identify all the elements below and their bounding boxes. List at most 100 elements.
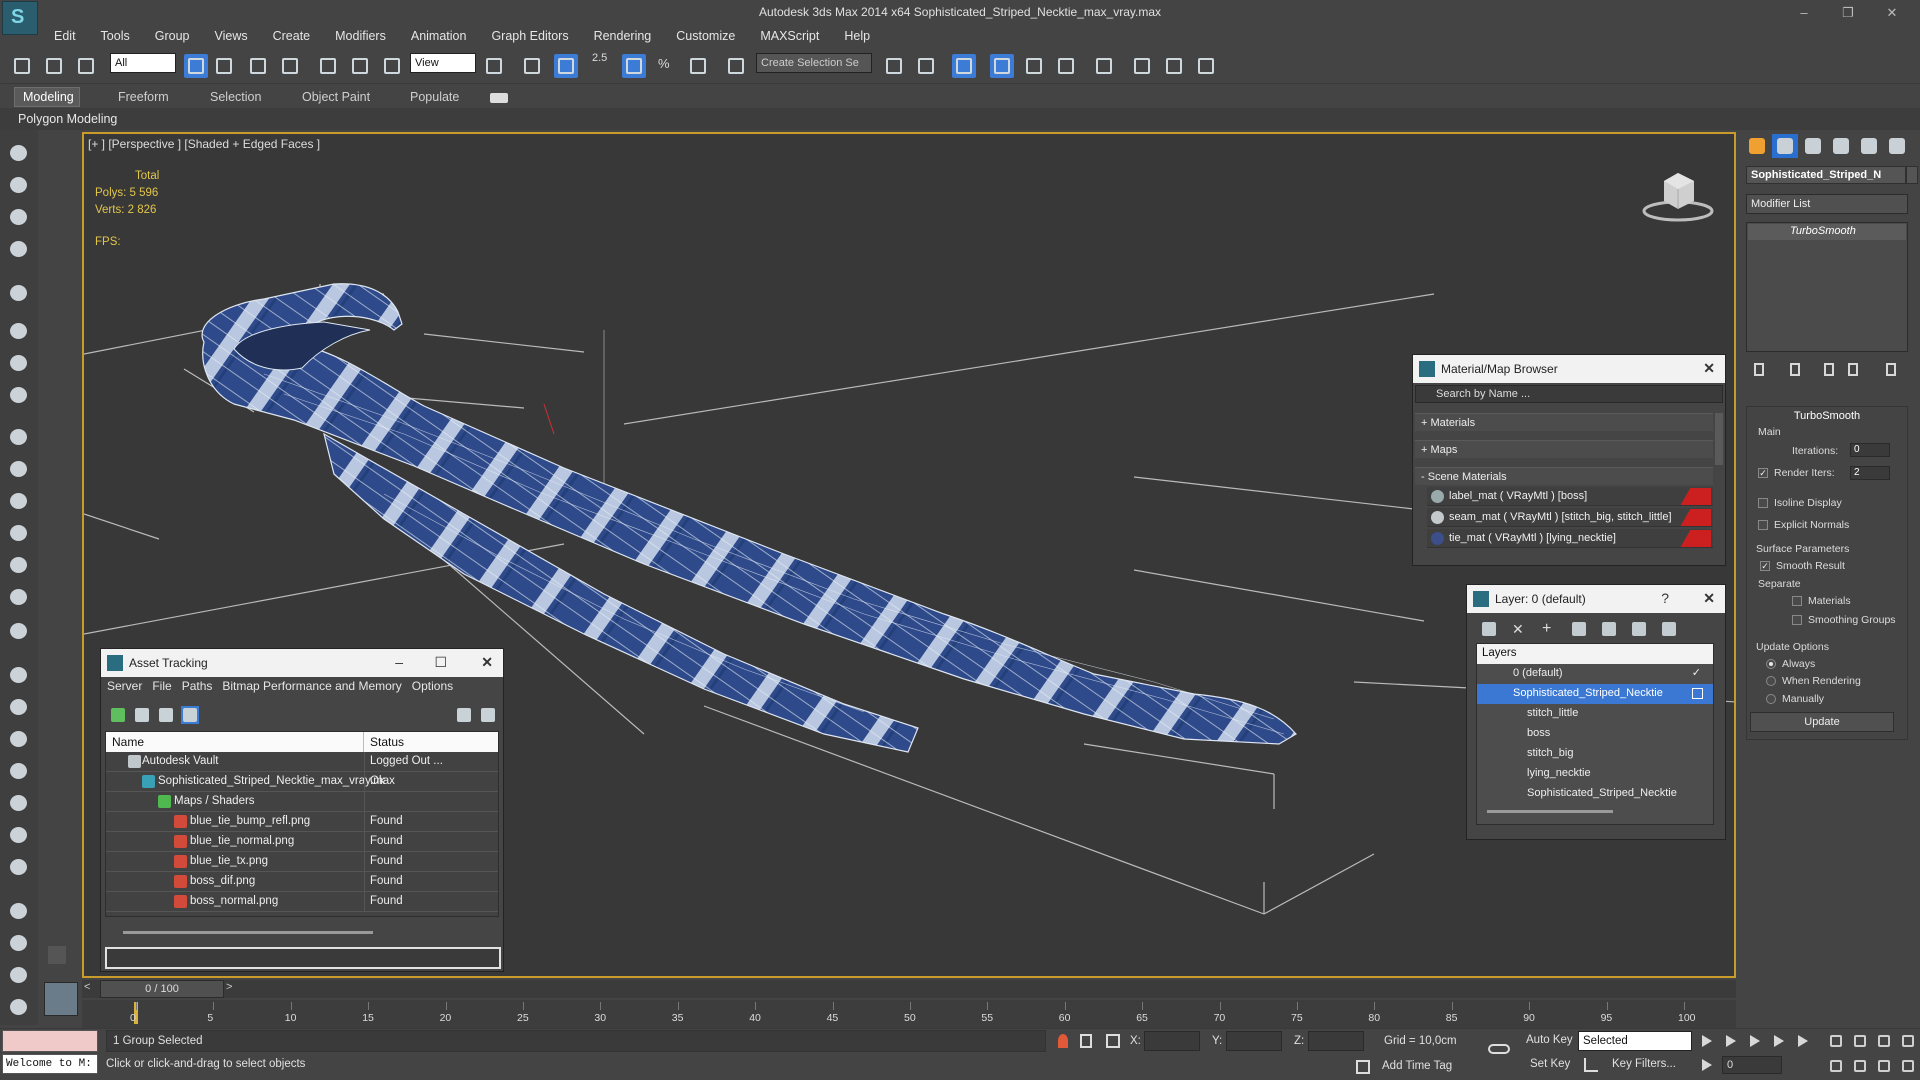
- sphere-icon[interactable]: [7, 490, 31, 512]
- table-view-icon[interactable]: [157, 706, 175, 724]
- render-iters-checkbox[interactable]: ✓: [1758, 468, 1768, 478]
- maxscript-listener-mini[interactable]: [2, 1030, 98, 1052]
- orbit-icon[interactable]: [1876, 1058, 1892, 1074]
- layer-window-close-button[interactable]: ✕: [1703, 590, 1715, 607]
- material-browser-scrollbar[interactable]: [1715, 413, 1723, 465]
- material-browser-titlebar[interactable]: Material/Map Browser ✕: [1413, 355, 1725, 383]
- teapot-icon[interactable]: [7, 142, 31, 164]
- asset-settings-icon[interactable]: [479, 706, 497, 724]
- tape-icon[interactable]: [7, 728, 31, 750]
- configure-sets-icon[interactable]: [1880, 360, 1904, 380]
- show-end-result-icon[interactable]: [1784, 360, 1808, 380]
- menu-edit[interactable]: Edit: [40, 26, 87, 43]
- minimize-button[interactable]: –: [1784, 2, 1824, 24]
- make-unique-icon[interactable]: [1818, 360, 1842, 380]
- layer-object-row[interactable]: boss: [1477, 724, 1713, 744]
- ribbon-panel-label[interactable]: Polygon Modeling: [18, 112, 117, 126]
- layer-explorer-icon[interactable]: [7, 238, 31, 260]
- layer-help-button[interactable]: ?: [1661, 590, 1669, 606]
- menu-graph-editors[interactable]: Graph Editors: [477, 26, 579, 43]
- bind-spacewarp-icon[interactable]: [74, 54, 98, 78]
- smoothing-groups-checkbox[interactable]: [1792, 615, 1802, 625]
- scale-icon[interactable]: [380, 54, 404, 78]
- viewcube-icon[interactable]: [1640, 167, 1716, 226]
- ribbon-options-icon[interactable]: [490, 93, 508, 103]
- asset-menu-file[interactable]: File: [152, 679, 171, 693]
- update-button[interactable]: Update: [1750, 712, 1894, 732]
- material-sphere-icon[interactable]: [7, 900, 31, 922]
- render-production-icon[interactable]: [1194, 54, 1218, 78]
- modifier-list-dropdown[interactable]: Modifier List: [1746, 194, 1908, 214]
- box-icon[interactable]: [7, 426, 31, 448]
- z-coordinate-field[interactable]: [1308, 1031, 1364, 1051]
- current-frame-field[interactable]: 0: [1722, 1056, 1782, 1074]
- pan-icon[interactable]: [1852, 1058, 1868, 1074]
- percent-snap-icon[interactable]: %: [654, 54, 678, 78]
- map-icon[interactable]: [7, 932, 31, 954]
- time-next-button[interactable]: >: [226, 981, 232, 993]
- refresh-icon[interactable]: [109, 706, 127, 724]
- close-button[interactable]: ✕: [1872, 2, 1912, 24]
- key-selection-dropdown[interactable]: Selected: [1578, 1031, 1692, 1051]
- select-in-layer-icon[interactable]: [1571, 621, 1587, 637]
- menu-help[interactable]: Help: [830, 26, 881, 43]
- menu-modifiers[interactable]: Modifiers: [321, 26, 397, 43]
- new-layer-icon[interactable]: [1481, 621, 1497, 637]
- table-row[interactable]: boss_dif.png Found: [106, 872, 498, 892]
- table-row[interactable]: blue_tie_tx.png Found: [106, 852, 498, 872]
- list-view-icon[interactable]: [133, 706, 151, 724]
- cylinder-icon[interactable]: [7, 458, 31, 480]
- graphite-toggle-icon[interactable]: [990, 54, 1014, 78]
- select-object-icon[interactable]: [184, 54, 208, 78]
- layer-row-default[interactable]: 0 (default) ✓: [1477, 664, 1713, 684]
- ring-icon[interactable]: [7, 856, 31, 878]
- auto-key-button[interactable]: Auto Key: [1526, 1034, 1573, 1046]
- y-coordinate-field[interactable]: [1226, 1031, 1282, 1051]
- explicit-normals-checkbox[interactable]: [1758, 520, 1768, 530]
- unlink-icon[interactable]: [42, 54, 66, 78]
- key-icon[interactable]: [1488, 1044, 1510, 1054]
- pivot-center-icon[interactable]: [482, 54, 506, 78]
- maps-section[interactable]: + Maps: [1415, 440, 1713, 458]
- materials-section[interactable]: + Materials: [1415, 413, 1713, 431]
- material-item[interactable]: tie_mat ( VRayMtl ) [lying_necktie]: [1427, 529, 1713, 548]
- asset-maximize-button[interactable]: ☐: [434, 654, 447, 671]
- go-to-start-icon[interactable]: [1700, 1034, 1716, 1048]
- zoom-extents-all-icon[interactable]: [1900, 1033, 1916, 1049]
- spacewarp-icon[interactable]: [7, 664, 31, 686]
- move-icon[interactable]: [316, 54, 340, 78]
- update-when-rendering-radio[interactable]: [1766, 676, 1776, 686]
- add-time-tag[interactable]: Add Time Tag: [1382, 1060, 1452, 1072]
- asset-menu-server[interactable]: Server: [107, 679, 142, 693]
- modify-tab-icon[interactable]: [1772, 134, 1798, 158]
- align-icon[interactable]: [914, 54, 938, 78]
- render-setup-icon[interactable]: [1130, 54, 1154, 78]
- pin-stack-icon[interactable]: [1748, 360, 1772, 380]
- update-manually-radio[interactable]: [1766, 694, 1776, 704]
- keyboard-shortcut-icon[interactable]: [554, 54, 578, 78]
- time-tag-icon[interactable]: [1356, 1060, 1370, 1074]
- zoom-icon[interactable]: [1828, 1033, 1844, 1049]
- sun-icon[interactable]: [7, 586, 31, 608]
- cone-icon[interactable]: [7, 554, 31, 576]
- motion-tab-icon[interactable]: [1828, 134, 1854, 158]
- layer-object-row[interactable]: lying_necktie: [1477, 764, 1713, 784]
- rendered-frame-icon[interactable]: [1162, 54, 1186, 78]
- tab-populate[interactable]: Populate: [410, 90, 459, 104]
- table-row[interactable]: Sophisticated_Striped_Necktie_max_vray.m…: [106, 772, 498, 792]
- isolate-selection-icon[interactable]: [1058, 1034, 1068, 1048]
- isoline-checkbox[interactable]: [1758, 498, 1768, 508]
- viewport-label[interactable]: [+ ] [Perspective ] [Shaded + Edged Face…: [88, 137, 320, 151]
- select-by-name-icon[interactable]: [212, 54, 236, 78]
- plant-icon[interactable]: [7, 792, 31, 814]
- geosphere-icon[interactable]: [7, 620, 31, 642]
- asset-path-input[interactable]: [105, 947, 501, 969]
- go-to-end-icon[interactable]: [1796, 1034, 1812, 1048]
- snaps-toggle-icon[interactable]: 2.5: [590, 52, 614, 78]
- name-column-header[interactable]: Name: [112, 735, 144, 749]
- menu-group[interactable]: Group: [141, 26, 201, 43]
- field-of-view-icon[interactable]: [1828, 1058, 1844, 1074]
- table-row[interactable]: Autodesk Vault Logged Out ...: [106, 752, 498, 772]
- asset-menu-options[interactable]: Options: [412, 679, 453, 693]
- layer-list-scrollbar[interactable]: [1487, 810, 1613, 813]
